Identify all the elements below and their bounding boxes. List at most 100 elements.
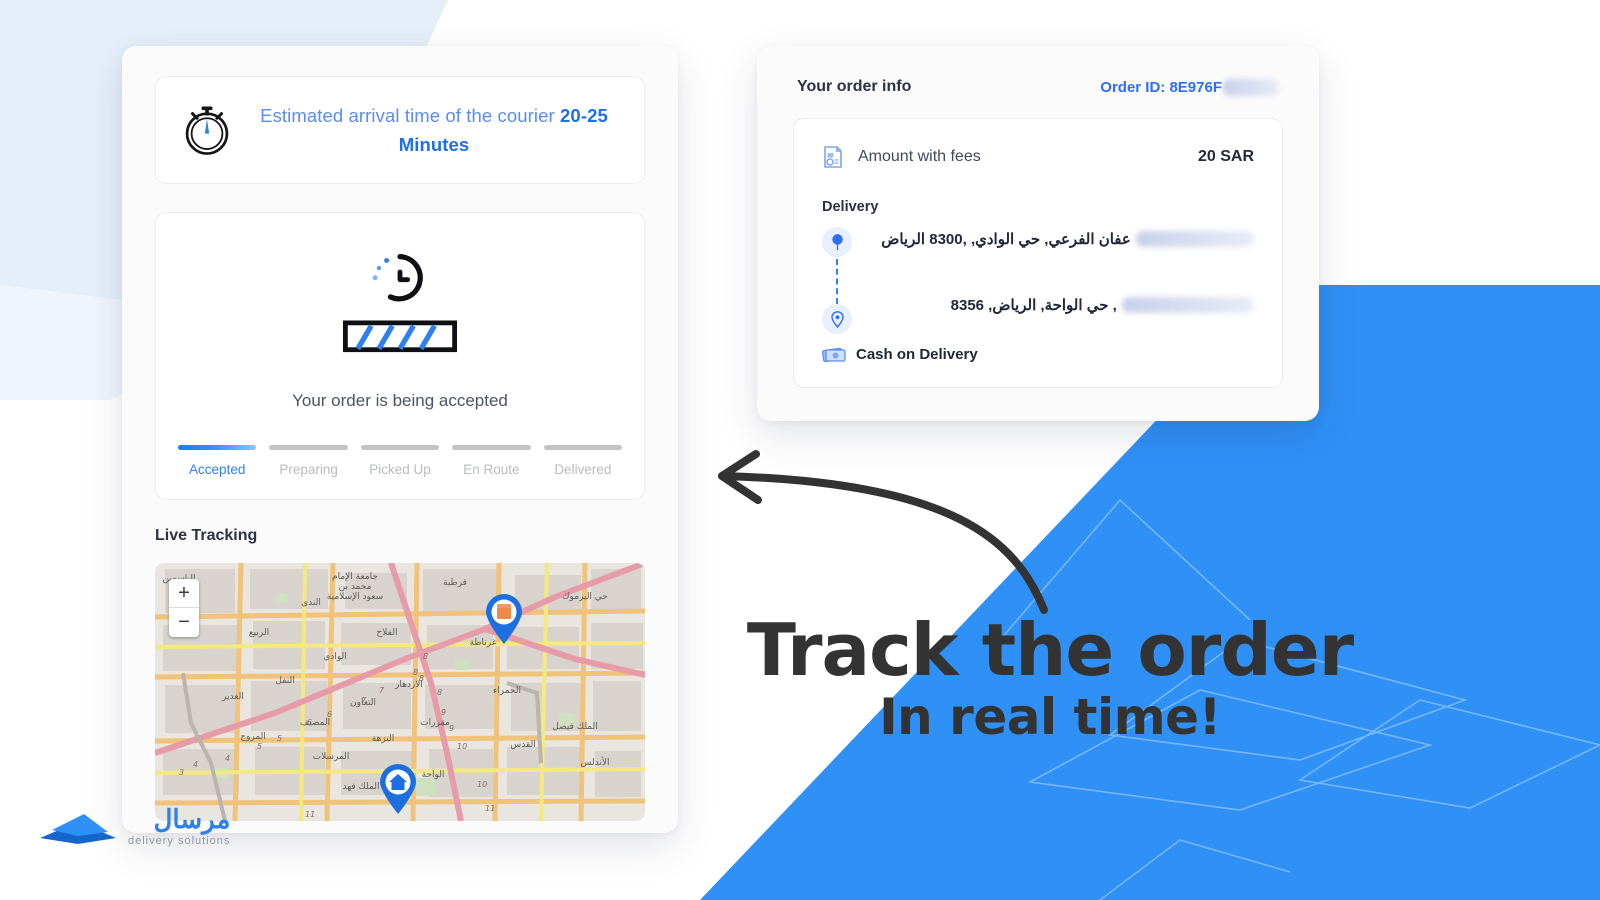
svg-text:5: 5 xyxy=(257,742,262,751)
live-tracking-map[interactable]: الياسمين جامعة الإمام محمد بن سعود الإسل… xyxy=(155,563,645,821)
step-bar xyxy=(543,445,623,450)
eta-prefix: Estimated arrival time of the courier xyxy=(260,105,561,126)
svg-text:8: 8 xyxy=(419,674,424,683)
store-marker[interactable] xyxy=(483,593,525,645)
step-label: En Route xyxy=(463,462,520,477)
pin-filled-icon xyxy=(831,233,843,250)
step-accepted[interactable]: Accepted xyxy=(178,445,257,477)
map-zoom-in-button[interactable]: + xyxy=(169,579,199,608)
payment-method-row: Cash on Delivery xyxy=(822,345,1254,363)
address-list: عفان الفرعي, حي الوادي, ,8300 الرياض , ح… xyxy=(870,219,1254,319)
svg-text:الفلاح: الفلاح xyxy=(377,628,398,638)
promo-text: Track the order In real time! xyxy=(700,612,1400,746)
svg-text:10: 10 xyxy=(457,742,467,751)
svg-text:حي اليرموك: حي اليرموك xyxy=(562,592,608,602)
step-picked-up[interactable]: Picked Up xyxy=(360,445,440,477)
amount-with-fees-label: Amount with fees xyxy=(858,148,981,165)
svg-text:جامعة الإمام: جامعة الإمام xyxy=(332,572,378,582)
step-bar xyxy=(452,445,531,450)
home-marker[interactable] xyxy=(377,763,419,815)
map-zoom-out-button[interactable]: − xyxy=(169,608,199,637)
order-info-card: Your order info Order ID: 8E976F Amount … xyxy=(757,46,1319,421)
step-bar xyxy=(360,445,440,450)
promo-subheadline: In real time! xyxy=(879,688,1221,746)
pickup-address-text: عفان الفرعي, حي الوادي, ,8300 الرياض xyxy=(881,231,1131,248)
live-tracking-title: Live Tracking xyxy=(155,527,258,544)
pin-outline-icon xyxy=(830,310,844,328)
svg-text:الربيع: الربيع xyxy=(249,628,269,638)
svg-text:11: 11 xyxy=(305,810,315,819)
clock-spinner-icon xyxy=(372,254,423,302)
svg-text:محمد بن: محمد بن xyxy=(339,582,372,592)
order-info-header: Your order info Order ID: 8E976F xyxy=(793,74,1283,96)
eta-text: Estimated arrival time of the courier 20… xyxy=(258,101,622,159)
delivery-addresses: عفان الفرعي, حي الوادي, ,8300 الرياض , ح… xyxy=(822,219,1254,334)
svg-text:6: 6 xyxy=(307,718,312,727)
svg-text:8: 8 xyxy=(423,652,428,661)
pickup-address: عفان الفرعي, حي الوادي, ,8300 الرياض xyxy=(870,227,1254,279)
svg-text:8: 8 xyxy=(413,668,418,677)
curved-arrow-left-icon xyxy=(718,450,1048,614)
svg-text:مقررات: مقررات xyxy=(420,718,450,728)
svg-text:النزهة: النزهة xyxy=(372,734,395,744)
svg-text:4: 4 xyxy=(225,754,230,763)
svg-text:4: 4 xyxy=(193,760,198,769)
svg-text:المرسلات: المرسلات xyxy=(313,752,350,762)
svg-text:قرطبة: قرطبة xyxy=(443,578,467,588)
step-label: Accepted xyxy=(189,462,246,477)
dropoff-address-redaction xyxy=(1122,297,1254,313)
step-label: Delivered xyxy=(554,462,612,477)
amount-with-fees-value: 20 SAR xyxy=(1197,148,1254,165)
cash-icon xyxy=(822,347,846,363)
svg-text:5: 5 xyxy=(277,734,282,743)
svg-text:المصيف: المصيف xyxy=(300,718,330,728)
step-bar xyxy=(269,445,348,450)
svg-text:النفل: النفل xyxy=(275,676,294,686)
step-en-route[interactable]: En Route xyxy=(452,445,531,477)
order-id: Order ID: 8E976F xyxy=(1100,78,1279,96)
payment-method-label: Cash on Delivery xyxy=(856,345,978,363)
brand-logo: مرسال delivery solutions xyxy=(38,800,278,870)
dropoff-address-text: , حي الواحة, الرياض, 8356 xyxy=(950,297,1117,314)
brand-logo-text: مرسال delivery solutions xyxy=(128,804,230,847)
order-tracking-card: Estimated arrival time of the courier 20… xyxy=(122,46,678,833)
svg-text:الواحة: الواحة xyxy=(422,770,445,780)
dropoff-pin-badge xyxy=(822,304,852,334)
svg-text:8: 8 xyxy=(437,688,442,697)
svg-text:الندى: الندى xyxy=(301,598,321,608)
svg-text:الأندلس: الأندلس xyxy=(580,756,609,768)
amount-with-fees-row: Amount with fees 20 SAR xyxy=(822,145,1254,169)
promo-headline: Track the order xyxy=(746,608,1354,692)
step-label: Picked Up xyxy=(369,462,431,477)
svg-text:الملك فهد: الملك فهد xyxy=(342,782,379,792)
route-rail xyxy=(822,219,856,334)
map-zoom-controls[interactable]: + − xyxy=(169,579,199,637)
svg-text:القدس: القدس xyxy=(510,740,536,750)
svg-text:الوادي: الوادي xyxy=(323,652,346,662)
pickup-pin-badge xyxy=(822,227,852,257)
step-bar xyxy=(178,445,257,450)
step-delivered[interactable]: Delivered xyxy=(543,445,623,477)
invoice-icon xyxy=(824,146,842,168)
svg-text:9: 9 xyxy=(449,724,454,733)
promo-banner: Estimated arrival time of the courier 20… xyxy=(0,0,1600,900)
svg-text:11: 11 xyxy=(485,804,495,813)
svg-text:الحمراء: الحمراء xyxy=(493,686,521,696)
order-info-title: Your order info xyxy=(797,78,912,95)
route-dashed-line xyxy=(836,259,838,304)
status-message: Your order is being accepted xyxy=(292,391,508,410)
pickup-address-redaction xyxy=(1136,231,1254,247)
order-id-label: Order ID: 8E976F xyxy=(1100,78,1222,96)
stopwatch-icon xyxy=(185,106,229,155)
dropoff-address: , حي الواحة, الرياض, 8356 xyxy=(870,293,1254,319)
eta-panel: Estimated arrival time of the courier 20… xyxy=(155,76,645,184)
step-label: Preparing xyxy=(279,462,338,477)
svg-text:الغدير: الغدير xyxy=(221,692,244,702)
step-preparing[interactable]: Preparing xyxy=(269,445,348,477)
loading-bar-icon xyxy=(342,320,458,353)
order-id-redaction xyxy=(1223,78,1279,96)
order-status-panel: Your order is being accepted Accepted Pr… xyxy=(155,212,645,500)
brand-tagline: delivery solutions xyxy=(128,835,231,847)
svg-text:المروج: المروج xyxy=(240,732,266,742)
svg-text:3: 3 xyxy=(179,768,184,777)
